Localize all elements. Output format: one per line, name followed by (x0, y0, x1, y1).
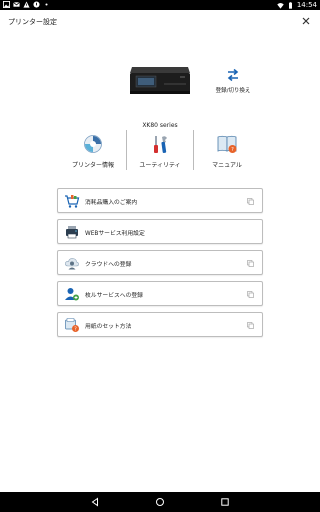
svg-text:?: ? (74, 326, 77, 332)
switch-printer-button[interactable]: 登録/切り換え (208, 65, 258, 109)
mail-icon (13, 2, 20, 7)
settings-content: XK80 series 登録/切り換え プリンター情報 ユーティリティ ? マニ… (0, 34, 320, 492)
battery-icon (288, 1, 292, 9)
supplies-purchase-item[interactable]: 消耗品購入のご案内 (57, 188, 263, 213)
navigation-bar (0, 492, 320, 512)
notification-icon (33, 1, 40, 8)
recents-icon[interactable] (220, 497, 230, 507)
printer-image (130, 67, 190, 94)
web-service-settings-label: WEBサービス利用設定 (85, 231, 145, 237)
service-registration-label: 枚ルサービスへの登録 (85, 293, 143, 299)
paper-loading-label: 用紙のセット方法 (85, 324, 132, 330)
manual-button[interactable]: ? マニュアル (193, 130, 260, 170)
wifi-icon (277, 2, 284, 9)
service-registration-item[interactable]: 枚ルサービスへの登録 (57, 281, 263, 306)
printer-info-icon (84, 135, 102, 153)
manual-label: マニュアル (212, 162, 242, 169)
status-time: 14:54 (296, 1, 317, 9)
printer-info-button[interactable]: プリンター情報 (60, 130, 126, 170)
tools-row: プリンター情報 ユーティリティ ? マニュアル (60, 130, 260, 170)
paper-loading-item[interactable]: ? 用紙のセット方法 (57, 312, 263, 337)
external-link-icon (247, 260, 254, 267)
back-icon[interactable] (90, 497, 100, 507)
cloud-registration-item[interactable]: クラウドへの登録 (57, 250, 263, 275)
printer-web-icon (66, 226, 78, 239)
utility-button[interactable]: ユーティリティ (126, 130, 193, 170)
close-icon[interactable] (300, 15, 312, 27)
manual-book-icon: ? (217, 135, 237, 153)
cloud-registration-label: クラウドへの登録 (85, 262, 132, 268)
app-bar: プリンター設定 (0, 10, 320, 34)
supplies-purchase-label: 消耗品購入のご案内 (85, 200, 138, 206)
menu-list: 消耗品購入のご案内 WEBサービス利用設定 クラウドへの登録 枚ルサービスへの登… (57, 188, 263, 343)
paper-help-icon: ? (65, 318, 79, 332)
user-add-icon (65, 288, 79, 301)
external-link-icon (247, 291, 254, 298)
printer-name: XK80 series (142, 122, 178, 129)
utility-tools-icon (154, 136, 167, 153)
cart-icon (65, 195, 80, 208)
printer-info-label: プリンター情報 (71, 162, 114, 169)
page-title: プリンター設定 (8, 18, 57, 26)
web-service-settings-item[interactable]: WEBサービス利用設定 (57, 219, 263, 244)
dots-icon (45, 3, 48, 6)
status-bar: 14:54 (0, 0, 320, 10)
swap-arrows-icon (227, 68, 239, 82)
image-icon (3, 1, 10, 8)
external-link-icon (247, 198, 254, 205)
warning-icon (23, 1, 30, 8)
switch-printer-label: 登録/切り換え (215, 88, 251, 94)
home-icon[interactable] (155, 497, 165, 507)
svg-text:?: ? (231, 147, 234, 153)
external-link-icon (247, 322, 254, 329)
cloud-user-icon (65, 258, 79, 270)
utility-label: ユーティリティ (139, 162, 181, 169)
